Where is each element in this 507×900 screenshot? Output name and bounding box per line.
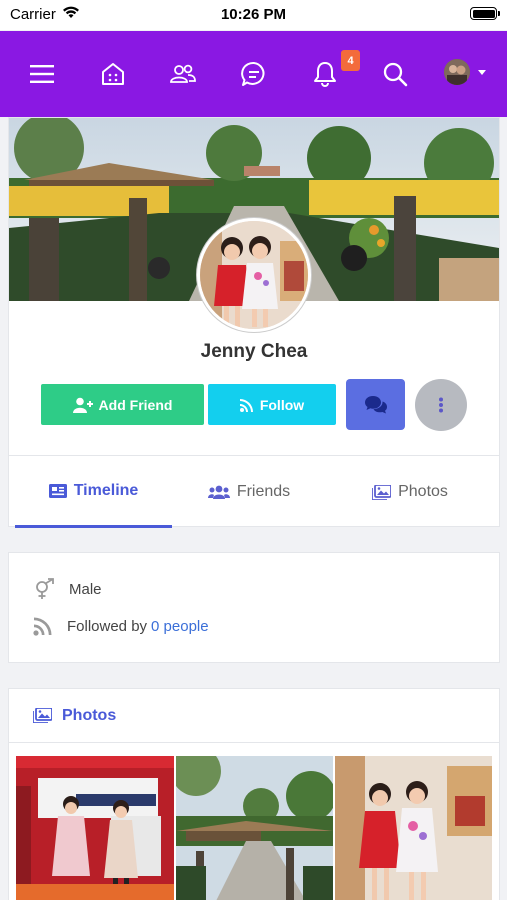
- photo-thumbnail[interactable]: [335, 756, 492, 900]
- tab-photos-label: Photos: [398, 483, 448, 500]
- followers-link[interactable]: 0 people: [151, 618, 209, 635]
- chevron-down-icon[interactable]: [478, 70, 486, 75]
- photos-header: Photos: [9, 689, 499, 743]
- user-avatar[interactable]: [444, 59, 470, 85]
- photo-thumbnail[interactable]: [176, 756, 333, 900]
- user-plus-icon: [72, 397, 93, 413]
- profile-tabs: Timeline Friends Photos: [9, 455, 499, 528]
- tab-timeline-label: Timeline: [73, 481, 139, 499]
- add-friend-label: Add Friend: [98, 396, 173, 413]
- tab-photos[interactable]: Photos: [335, 456, 485, 528]
- tab-timeline[interactable]: Timeline: [15, 456, 172, 528]
- friends-icon[interactable]: [169, 60, 197, 88]
- rss-icon: [239, 398, 253, 412]
- chat-icon[interactable]: [240, 60, 268, 88]
- profile-card: Jenny Chea Add Friend Follow Timeline Fr…: [8, 117, 500, 528]
- users-icon: [207, 485, 230, 499]
- profile-avatar[interactable]: [197, 218, 311, 332]
- ellipsis-vertical-icon: [439, 397, 443, 413]
- gender-icon: [36, 578, 54, 599]
- newspaper-icon: [48, 483, 67, 498]
- tab-friends-label: Friends: [236, 483, 291, 500]
- menu-icon[interactable]: [28, 60, 56, 88]
- comments-icon: [364, 395, 387, 413]
- notification-badge: 4: [341, 50, 360, 71]
- follow-label: Follow: [259, 396, 305, 413]
- status-bar: Carrier 10:26 PM: [0, 0, 507, 30]
- rss-icon: [33, 617, 52, 636]
- search-icon[interactable]: [381, 60, 409, 88]
- tab-friends[interactable]: Friends: [175, 456, 323, 528]
- gender-row: Male: [33, 578, 102, 600]
- gender-value: Male: [69, 580, 102, 598]
- photos-card: Photos: [8, 688, 500, 900]
- profile-name: Jenny Chea: [200, 341, 308, 362]
- follow-button[interactable]: Follow: [208, 384, 336, 425]
- message-button[interactable]: [346, 379, 405, 430]
- more-options-button[interactable]: [415, 379, 467, 431]
- about-card: Male Followed by 0 people: [8, 552, 500, 663]
- photo-thumbnail[interactable]: [16, 756, 174, 900]
- bell-icon[interactable]: [311, 60, 339, 88]
- photos-title: Photos: [62, 706, 117, 724]
- add-friend-button[interactable]: Add Friend: [41, 384, 204, 425]
- battery-icon: [470, 7, 500, 20]
- top-navbar: 4: [0, 31, 507, 117]
- followed-by-label: Followed by: [67, 617, 148, 635]
- home-icon[interactable]: [99, 60, 127, 88]
- clock: 10:26 PM: [220, 6, 287, 23]
- images-icon: [372, 484, 392, 500]
- images-icon: [33, 708, 52, 723]
- followers-row: Followed by 0 people: [33, 616, 209, 636]
